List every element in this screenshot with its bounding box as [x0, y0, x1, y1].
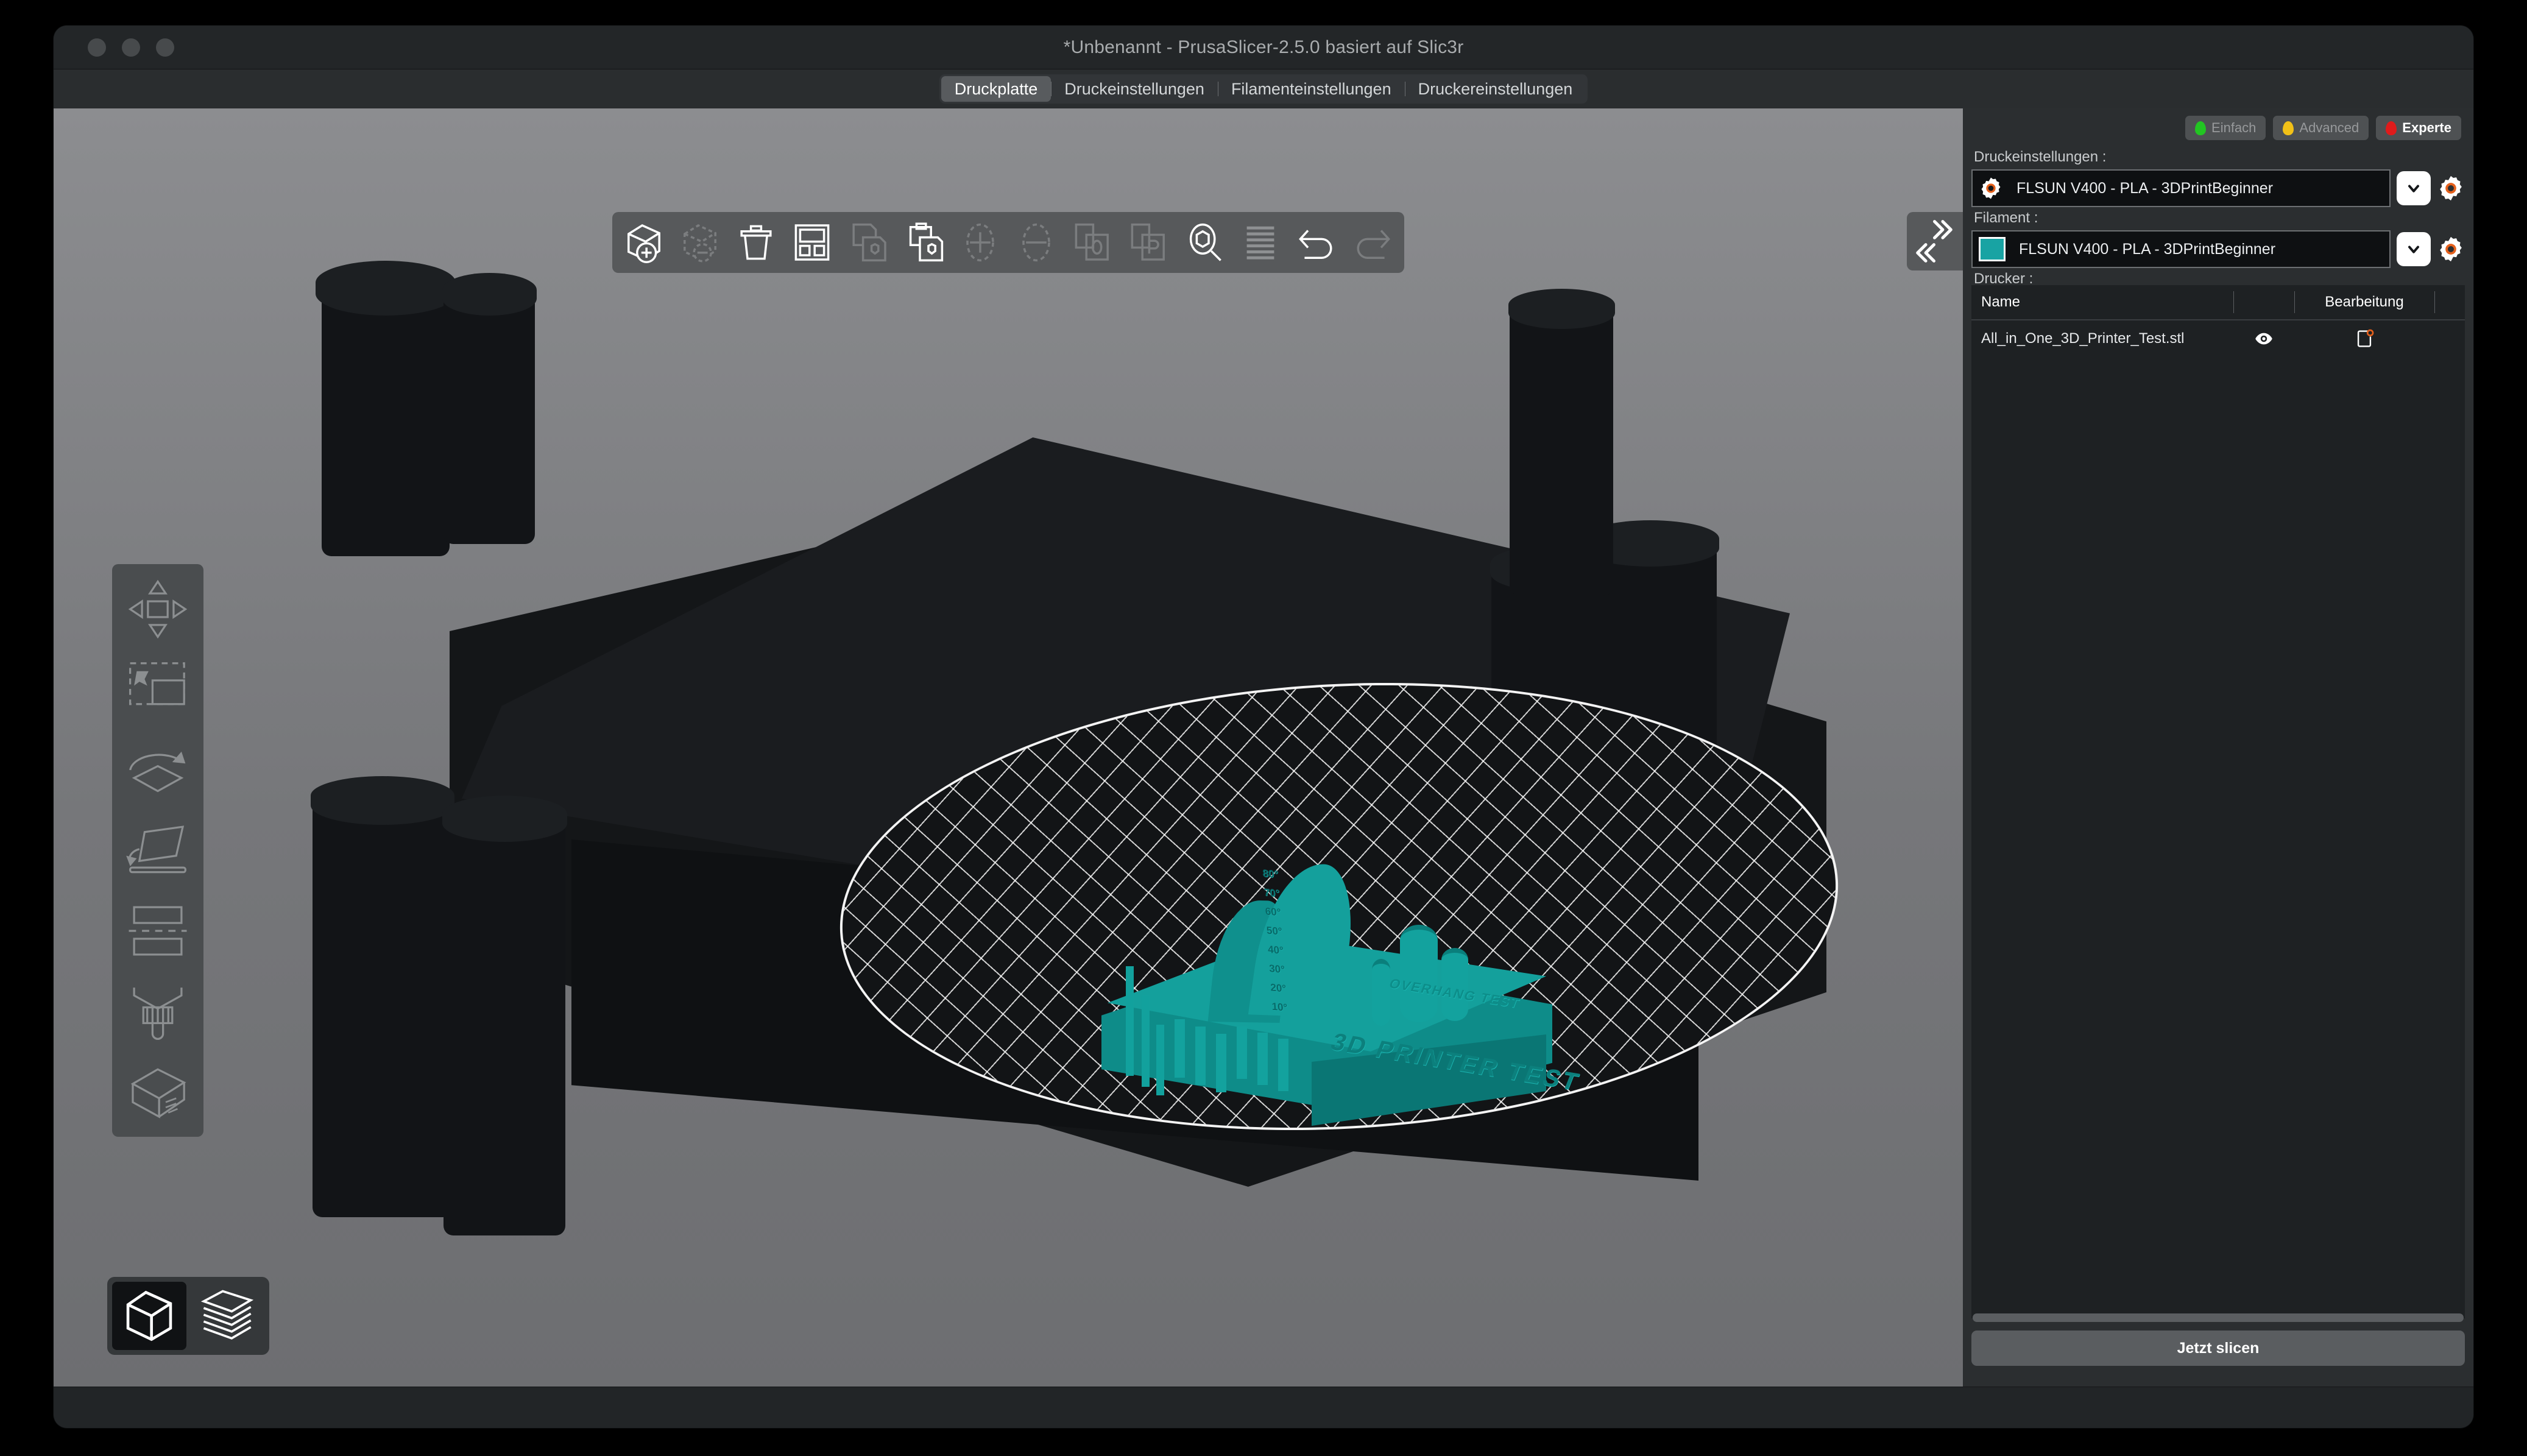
mode-simple-dot-icon — [2195, 121, 2207, 135]
delete-all-button[interactable] — [728, 214, 784, 270]
angle-label: 40° — [1267, 943, 1284, 957]
angle-label: 20° — [1270, 981, 1287, 995]
column-header-name: Name — [1981, 294, 2021, 310]
column-header-extra — [2434, 285, 2465, 319]
mode-expert-label: Experte — [2402, 120, 2451, 135]
tab-bar: Druckplatte Druckeinstellungen Filamente… — [54, 69, 2473, 108]
paste-button[interactable] — [896, 214, 952, 270]
variable-layer-height-button[interactable] — [1232, 214, 1288, 270]
table-row[interactable]: All_in_One_3D_Printer_Test.stl — [1971, 320, 2465, 357]
angle-label: 50° — [1266, 924, 1283, 938]
delete-object-button[interactable] — [672, 214, 728, 270]
editor-view-button[interactable] — [112, 1282, 186, 1350]
mode-advanced-button[interactable]: Advanced — [2273, 116, 2369, 140]
seam-gizmo[interactable] — [118, 1051, 198, 1132]
gizmo-toolbar — [112, 564, 203, 1137]
main-toolbar — [612, 212, 1404, 273]
app-window: *Unbenannt - PrusaSlicer-2.5.0 basiert a… — [54, 26, 2473, 1428]
tab-strip: Druckplatte Druckeinstellungen Filamente… — [939, 74, 1588, 104]
chevron-down-icon — [2408, 246, 2419, 253]
mode-advanced-dot-icon — [2283, 121, 2294, 135]
column-header-visibility — [2233, 285, 2294, 319]
move-gizmo[interactable] — [118, 569, 198, 649]
filament-value: FLSUN V400 - PLA - 3DPrintBeginner — [2019, 240, 2276, 258]
filament-row: FLSUN V400 - PLA - 3DPrintBeginner — [1971, 230, 2465, 268]
filament-dropdown-button[interactable] — [2397, 232, 2431, 266]
angle-label: 60° — [1265, 905, 1282, 919]
angle-label: 30° — [1268, 963, 1285, 976]
slice-now-button[interactable]: Jetzt slicen — [1971, 1331, 2465, 1366]
print-settings-combo[interactable]: FLSUN V400 - PLA - 3DPrintBeginner — [1971, 169, 2391, 207]
mode-selector: Einfach Advanced Experte — [1971, 116, 2465, 140]
edit-object-button[interactable] — [2294, 320, 2434, 357]
title-bar: *Unbenannt - PrusaSlicer-2.5.0 basiert a… — [54, 26, 2473, 69]
arrange-button[interactable] — [784, 214, 840, 270]
undo-button[interactable] — [1288, 214, 1345, 270]
column-header-edit: Bearbeitung — [2294, 285, 2434, 319]
mode-expert-button[interactable]: Experte — [2376, 116, 2461, 140]
status-bar — [54, 1387, 2473, 1428]
chevron-left-double-icon — [1916, 243, 1935, 263]
print-settings-value: FLSUN V400 - PLA - 3DPrintBeginner — [2016, 179, 2274, 197]
edit-icon — [2357, 329, 2374, 347]
mode-expert-dot-icon — [2386, 121, 2397, 135]
angle-label: 70° — [1264, 886, 1281, 900]
tab-druckeinstellungen[interactable]: Druckeinstellungen — [1051, 76, 1218, 102]
3d-viewport[interactable]: 80° 70° 60° 50° 40° 30° 20° 10° OVERHANG… — [54, 108, 1963, 1387]
rotate-gizmo[interactable] — [118, 730, 198, 810]
object-3d-printer-test[interactable]: 80° 70° 60° 50° 40° 30° 20° 10° OVERHANG… — [1101, 862, 1584, 1132]
overhang-angle-labels: 80° 70° 60° 50° 40° 30° 20° 10° — [1262, 868, 1345, 1020]
mode-simple-label: Einfach — [2211, 120, 2257, 135]
window-title: *Unbenannt - PrusaSlicer-2.5.0 basiert a… — [1063, 37, 1464, 57]
cut-gizmo[interactable] — [118, 891, 198, 971]
object-name: All_in_One_3D_Printer_Test.stl — [1981, 330, 2185, 347]
printer-model: 80° 70° 60° 50° 40° 30° 20° 10° OVERHANG… — [311, 261, 1881, 1254]
chevron-down-icon — [2408, 185, 2419, 193]
filament-combo[interactable]: FLSUN V400 - PLA - 3DPrintBeginner — [1971, 230, 2391, 268]
add-object-button[interactable] — [616, 214, 672, 270]
eye-icon — [2255, 333, 2272, 345]
sidebar-scrollbar[interactable] — [1973, 1313, 2464, 1322]
place-on-face-gizmo[interactable] — [118, 810, 198, 891]
redo-button[interactable] — [1345, 214, 1401, 270]
print-settings-row: FLSUN V400 - PLA - 3DPrintBeginner — [1971, 169, 2465, 207]
print-settings-cog-icon — [1981, 177, 2001, 199]
collapse-sidebar-toolbar[interactable] — [1907, 212, 1963, 270]
filament-edit-cog-icon[interactable] — [2437, 235, 2465, 263]
right-sidebar: Einfach Advanced Experte Druckeinstellun… — [1963, 108, 2473, 1387]
tab-druckplatte[interactable]: Druckplatte — [941, 76, 1051, 102]
view-toggle — [107, 1277, 269, 1355]
print-settings-dropdown-button[interactable] — [2397, 171, 2431, 205]
print-settings-label: Druckeinstellungen : — [1974, 149, 2107, 165]
copy-button[interactable] — [840, 214, 896, 270]
filament-label: Filament : — [1974, 210, 2038, 226]
object-list-header: Name Bearbeitung — [1971, 285, 2465, 320]
filament-color-swatch — [1979, 237, 2006, 261]
split-to-parts-button[interactable] — [1120, 214, 1176, 270]
mode-simple-button[interactable]: Einfach — [2185, 116, 2266, 140]
preview-view-button[interactable] — [190, 1282, 264, 1350]
tab-filamenteinstellungen[interactable]: Filamenteinstellungen — [1217, 76, 1405, 102]
add-instance-button[interactable] — [952, 214, 1008, 270]
tab-druckereinstellungen[interactable]: Druckereinstellungen — [1404, 76, 1586, 102]
search-button[interactable] — [1176, 214, 1232, 270]
split-to-objects-button[interactable] — [1064, 214, 1120, 270]
object-list: Name Bearbeitung All_in_One_3D_Printer_T… — [1971, 285, 2465, 1318]
support-paint-gizmo[interactable] — [118, 971, 198, 1051]
print-settings-edit-cog-icon[interactable] — [2437, 174, 2465, 202]
scale-gizmo[interactable] — [118, 649, 198, 730]
mode-advanced-label: Advanced — [2299, 120, 2359, 135]
visibility-toggle[interactable] — [2233, 320, 2294, 357]
remove-instance-button[interactable] — [1008, 214, 1064, 270]
